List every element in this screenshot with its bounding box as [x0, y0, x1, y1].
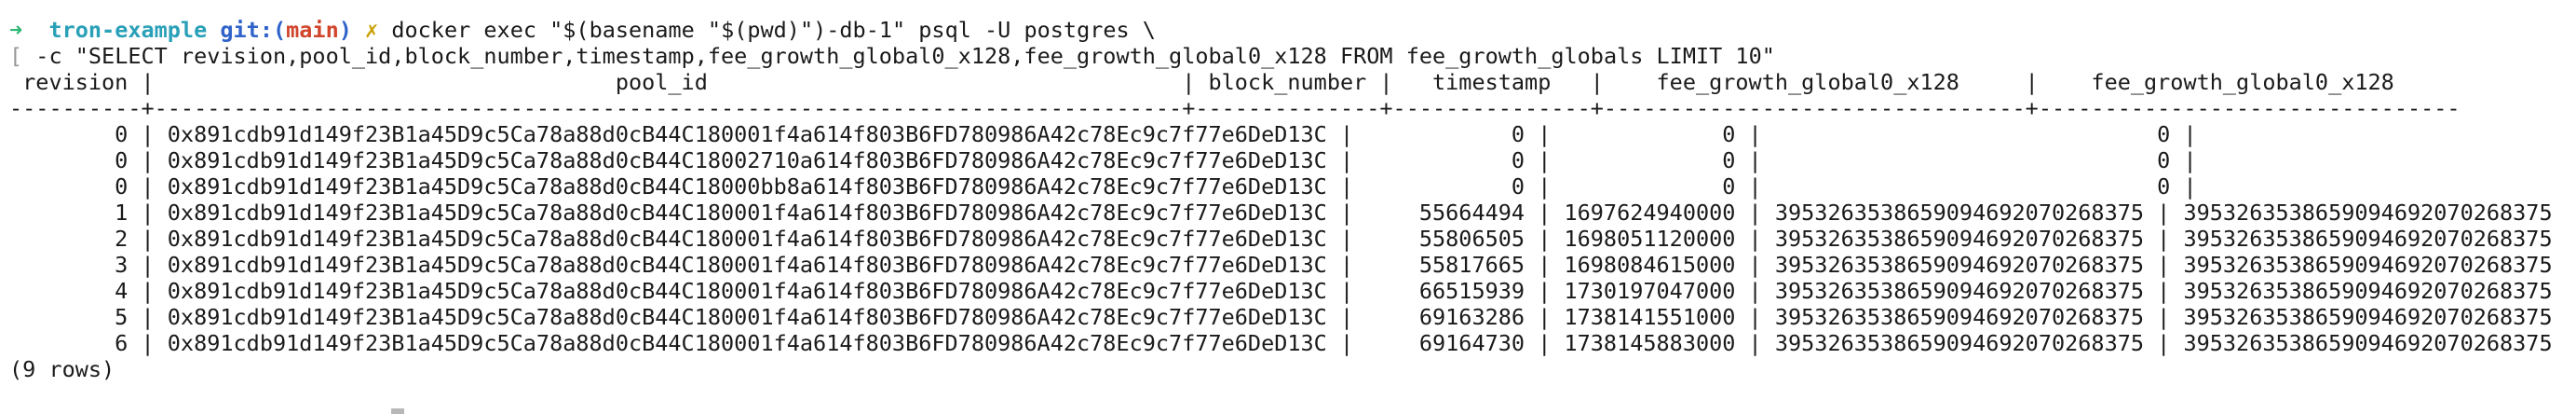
table-row: 6 | 0x891cdb91d149f23B1a45D9c5Ca78a88d0c…: [9, 330, 2553, 356]
command-line-2: -c "SELECT revision,pool_id,block_number…: [22, 43, 1775, 69]
table-row: 0 | 0x891cdb91d149f23B1a45D9c5Ca78a88d0c…: [9, 147, 2576, 173]
prompt-git-close: ): [338, 17, 352, 43]
prompt-git-label: git:(: [220, 17, 287, 43]
table-row: 0 | 0x891cdb91d149f23B1a45D9c5Ca78a88d0c…: [9, 121, 2576, 147]
prompt-arrow-icon: ➜: [9, 17, 23, 43]
table-row: 3 | 0x891cdb91d149f23B1a45D9c5Ca78a88d0c…: [9, 252, 2553, 278]
table-row: 4 | 0x891cdb91d149f23B1a45D9c5Ca78a88d0c…: [9, 278, 2553, 304]
table-row: 5 | 0x891cdb91d149f23B1a45D9c5Ca78a88d0c…: [9, 304, 2553, 330]
row-count: (9 rows): [9, 356, 115, 382]
table-row: 1 | 0x891cdb91d149f23B1a45D9c5Ca78a88d0c…: [9, 200, 2553, 226]
terminal-window[interactable]: ➜ tron-example git:(main) ✗ docker exec …: [0, 0, 2576, 414]
table-row: 0 | 0x891cdb91d149f23B1a45D9c5Ca78a88d0c…: [9, 173, 2576, 200]
command-continuation-line: [ -c "SELECT revision,pool_id,block_numb…: [9, 43, 1775, 69]
table-separator: ----------+-----------------------------…: [9, 95, 2461, 121]
prompt-dirty-icon: ✗: [365, 17, 379, 43]
table-header: revision | pool_id | block_number | time…: [9, 69, 2394, 95]
table-row: 2 | 0x891cdb91d149f23B1a45D9c5Ca78a88d0c…: [9, 226, 2553, 252]
prompt-directory: tron-example: [48, 17, 208, 43]
terminal-cursor: [391, 408, 404, 414]
prompt-branch: main: [286, 17, 339, 43]
prompt-line: ➜ tron-example git:(main) ✗ docker exec …: [9, 17, 1156, 43]
continuation-bracket: [: [9, 43, 23, 69]
command-line-1: docker exec "$(basename "$(pwd)")-db-1" …: [391, 17, 1156, 43]
